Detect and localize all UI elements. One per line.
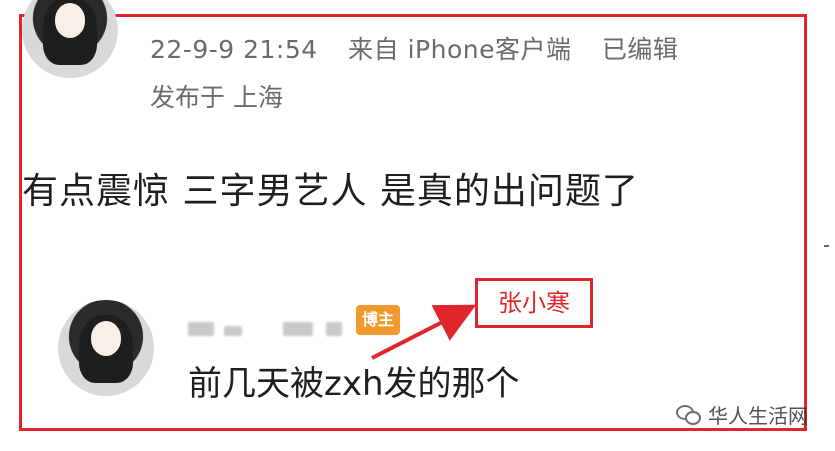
post-source: 来自 iPhone客户端 — [348, 35, 572, 64]
post-meta: 22-9-9 21:54 来自 iPhone客户端 已编辑 — [150, 30, 700, 66]
post-location: 发布于 上海 — [150, 83, 283, 112]
blogger-badge: 博主 — [356, 305, 400, 335]
blurred-username-part — [283, 322, 313, 336]
post-text: 有点震惊 三字男艺人 是真的出问题了 — [22, 171, 639, 212]
reply-text: 前几天被zxh发的那个 — [188, 364, 520, 404]
post-edited-label: 已编辑 — [601, 35, 679, 64]
watermark: 华人生活网 — [676, 400, 808, 429]
edge-mark — [824, 245, 829, 247]
watermark-text: 华人生活网 — [708, 404, 808, 428]
blurred-username-part — [188, 322, 214, 336]
reply-avatar[interactable] — [58, 300, 154, 396]
blurred-username-part — [224, 326, 242, 336]
avatar-face — [90, 321, 122, 356]
blurred-username-part — [326, 322, 342, 336]
annotation-callout: 张小寒 — [475, 278, 593, 328]
avatar-face — [54, 3, 86, 38]
wechat-icon — [676, 404, 702, 425]
post-datetime: 22-9-9 21:54 — [150, 35, 318, 64]
